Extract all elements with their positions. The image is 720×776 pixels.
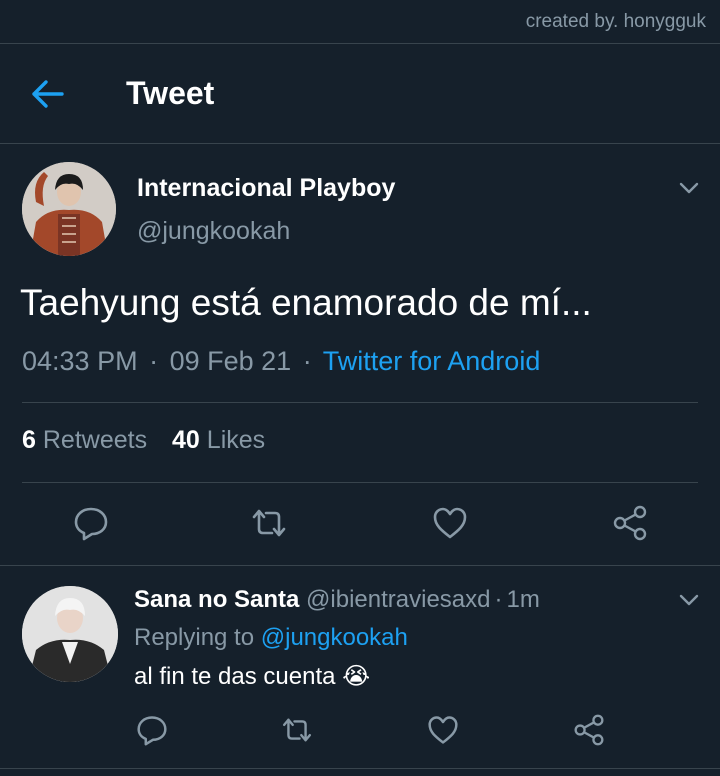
tweet-time: 04:33 PM bbox=[22, 346, 138, 376]
divider bbox=[22, 402, 698, 403]
tweet-meta: 04:33 PM · 09 Feb 21 · Twitter for Andro… bbox=[22, 346, 540, 377]
retweets-label: Retweets bbox=[42, 426, 148, 454]
reply-author-name[interactable]: Sana no Santa bbox=[134, 586, 299, 613]
tweet-menu-button[interactable] bbox=[677, 178, 701, 198]
chevron-down-icon bbox=[679, 182, 699, 194]
reply-avatar-image bbox=[22, 586, 118, 682]
tweet-date: 09 Feb 21 bbox=[169, 346, 292, 376]
likes-label: Likes bbox=[206, 426, 266, 454]
retweet-icon bbox=[282, 718, 312, 742]
replying-to-link[interactable]: @jungkookah bbox=[261, 624, 408, 651]
share-icon bbox=[613, 505, 647, 541]
tweet-source-link[interactable]: Twitter for Android bbox=[323, 346, 541, 376]
reply-button[interactable] bbox=[72, 505, 110, 541]
watermark: created by. honygguk bbox=[525, 11, 706, 32]
likes-stat[interactable]: 40 Likes bbox=[172, 426, 265, 454]
replying-to-label: Replying to bbox=[134, 624, 255, 651]
reply-author-handle[interactable]: @ibientraviesaxd bbox=[306, 586, 490, 613]
reply-icon bbox=[137, 716, 167, 746]
author-handle[interactable]: @jungkookah bbox=[137, 217, 290, 246]
reply-avatar[interactable] bbox=[22, 586, 118, 682]
reply-menu-button[interactable] bbox=[677, 590, 701, 610]
heart-icon bbox=[428, 716, 458, 744]
heart-icon bbox=[433, 507, 467, 539]
arrow-left-icon bbox=[32, 80, 64, 108]
reply-reply-button[interactable] bbox=[135, 714, 169, 746]
like-button[interactable] bbox=[431, 505, 469, 541]
reply-retweet-button[interactable] bbox=[279, 714, 315, 746]
back-button[interactable] bbox=[30, 78, 66, 110]
retweet-icon bbox=[252, 509, 286, 537]
replying-to: Replying to @jungkookah bbox=[134, 624, 408, 652]
likes-count: 40 bbox=[172, 426, 200, 454]
reply-icon bbox=[74, 507, 108, 541]
header-divider bbox=[0, 143, 720, 144]
reply-like-button[interactable] bbox=[426, 714, 460, 746]
reply-text: al fin te das cuenta 😭 bbox=[134, 663, 371, 690]
author-name[interactable]: Internacional Playboy bbox=[137, 174, 395, 203]
reply-time: 1m bbox=[506, 586, 540, 613]
tweet-text: Taehyung está enamorado de mí... bbox=[20, 282, 592, 323]
retweets-count: 6 bbox=[22, 426, 36, 454]
tweet-stats: 6 Retweets 40 Likes bbox=[22, 426, 265, 455]
share-button[interactable] bbox=[611, 505, 649, 541]
meta-separator: · bbox=[149, 346, 159, 376]
page-title: Tweet bbox=[126, 75, 215, 111]
avatar-image bbox=[22, 162, 116, 256]
header: Tweet bbox=[0, 44, 720, 144]
divider bbox=[0, 768, 720, 769]
retweet-button[interactable] bbox=[248, 505, 290, 541]
divider bbox=[22, 482, 698, 483]
meta-separator: · bbox=[302, 346, 312, 376]
share-icon bbox=[574, 714, 604, 746]
reply-separator: · bbox=[494, 586, 503, 613]
avatar[interactable] bbox=[22, 162, 116, 256]
retweets-stat[interactable]: 6 Retweets bbox=[22, 426, 147, 454]
chevron-down-icon bbox=[679, 594, 699, 606]
divider bbox=[0, 565, 720, 566]
reply-share-button[interactable] bbox=[572, 714, 606, 746]
reply-header: Sana no Santa @ibientraviesaxd · 1m bbox=[134, 586, 540, 614]
